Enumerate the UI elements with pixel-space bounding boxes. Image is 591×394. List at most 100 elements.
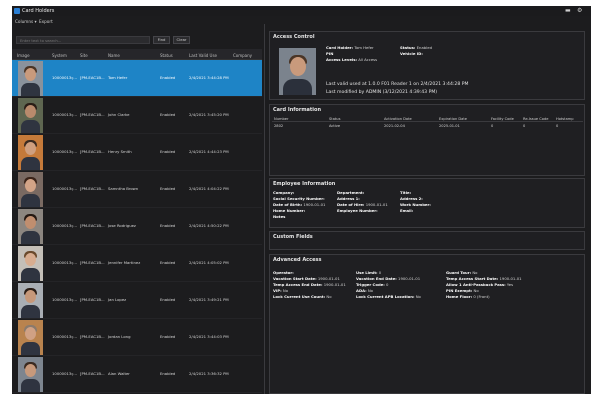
- trigger-code-field: Trigger Code: 0: [356, 282, 389, 287]
- clear-button[interactable]: Clear: [173, 36, 190, 44]
- system-cell: 10000013ç...: [52, 75, 78, 80]
- table-row[interactable]: 10000013ç... [PM-EAC1B... John Clarke Enabl…: [12, 97, 262, 134]
- title-bar: Card Holders ▬ ⚙: [12, 6, 591, 16]
- temp-start-field: Temp Access Start Date: 1900-01-01: [446, 276, 522, 281]
- vacation-end-field: Vacation End Date: 1900-01-01: [356, 276, 421, 281]
- search-input[interactable]: Enter text to search...: [16, 36, 150, 44]
- system-cell: 10000013ç...: [52, 223, 78, 228]
- lock-apb-field: Lock Current APB Location: No: [356, 294, 421, 299]
- card-col-hotstamp[interactable]: Hotstamp: [556, 117, 574, 121]
- card-hotstamp: 0: [556, 124, 559, 128]
- card-number: 2802: [274, 124, 284, 128]
- cardholder-photo: [18, 283, 43, 318]
- notes-label: Notes: [273, 214, 286, 219]
- advanced-access-panel: Advanced Access Operator: Vacation Start…: [269, 254, 585, 394]
- name-cell: Jennifer Martinez: [108, 260, 141, 265]
- cardholder-list: 10000013ç... [PM-EAC1B... Tom Hefer Enabled…: [12, 60, 262, 394]
- status-cell: Enabled: [160, 334, 176, 339]
- cardholder-photo: [18, 209, 43, 244]
- doh-field: Date of Hire: 1900-01-01: [337, 202, 388, 207]
- columns-menu[interactable]: Columns ▾: [15, 19, 37, 24]
- minimize-icon[interactable]: ▬: [565, 7, 571, 14]
- export-menu[interactable]: Export: [39, 19, 53, 24]
- cardholder-photo: [18, 320, 43, 355]
- table-row[interactable]: 10000013ç... [PM-EAC1B... Tom Hefer Enabled…: [12, 60, 262, 97]
- site-cell: [PM-EAC1B...: [80, 260, 105, 265]
- app-icon: [14, 8, 20, 14]
- table-row[interactable]: 10000013ç... [PM-EAC1B... Jose Rodriguez En…: [12, 208, 262, 245]
- custom-fields-title: Custom Fields: [273, 234, 313, 240]
- name-cell: Jose Rodriguez: [108, 223, 136, 228]
- column-header-status[interactable]: Status: [160, 53, 173, 58]
- table-row[interactable]: 10000013ç... [PM-EAC1B... Samntha Brown Ena…: [12, 171, 262, 208]
- cardholder-photo: [18, 172, 43, 207]
- card-col-activation[interactable]: Activation Date: [384, 117, 412, 121]
- temp-end-field: Temp Access End Date: 1900-01-01: [273, 282, 346, 287]
- employee-number-label: Employee Number:: [337, 208, 378, 213]
- name-cell: Jan Lopez: [108, 297, 127, 302]
- card-status: Active: [329, 124, 341, 128]
- address2-label: Address 2:: [400, 196, 423, 201]
- site-cell: [PM-EAC1B...: [80, 297, 105, 302]
- column-header-site[interactable]: Site: [80, 53, 88, 58]
- system-cell: 10000013ç...: [52, 186, 78, 191]
- table-row[interactable]: 10000013ç... [PM-EAC1B... Henry Smith Enabl…: [12, 134, 262, 171]
- search-toolbar: Enter text to search... Find Clear: [12, 35, 262, 46]
- card-col-number[interactable]: Number: [274, 117, 288, 121]
- system-cell: 10000013ç...: [52, 112, 78, 117]
- last-use-cell: 2/4/2021 4:05:02 PM: [189, 260, 229, 265]
- card-col-status[interactable]: Status: [329, 117, 340, 121]
- work-number-label: Work Number:: [400, 202, 431, 207]
- status-cell: Enabled: [160, 186, 176, 191]
- last-use-cell: 2/4/2021 3:44:03 PM: [189, 334, 229, 339]
- status-field: Status: Enabled: [400, 45, 432, 50]
- cardholder-photo: [18, 357, 43, 392]
- pin-field: PIN: [326, 51, 334, 56]
- name-cell: Alan Walter: [108, 371, 130, 376]
- dob-field: Date of Birth: 1900-01-01: [273, 202, 326, 207]
- find-button[interactable]: Find: [153, 36, 170, 44]
- anti-passback-field: Allow 1 Anti-Passback Pass: Yes: [446, 282, 514, 287]
- card-col-expiration[interactable]: Expiration Date: [439, 117, 467, 121]
- site-cell: [PM-EAC1B...: [80, 149, 105, 154]
- status-cell: Enabled: [160, 75, 176, 80]
- card-table-row[interactable]: 2802 Active 2021-02-04 2025-01-01 0 0 0: [272, 123, 583, 129]
- system-cell: 10000013ç...: [52, 334, 78, 339]
- column-header-company[interactable]: Company: [233, 53, 252, 58]
- name-cell: Henry Smith: [108, 149, 132, 154]
- card-information-title: Card Information: [273, 107, 322, 113]
- last-use-cell: 2/4/2021 3:49:21 PM: [189, 297, 229, 302]
- card-expiration: 2025-01-01: [439, 124, 460, 128]
- column-header-system[interactable]: System: [52, 53, 67, 58]
- card-col-facility[interactable]: Facility Code: [491, 117, 514, 121]
- grid-header: Image System Site Name Status Last Valid…: [12, 49, 262, 60]
- last-valid-use-text: Last valid used at 1.0.0 F01 Reader 1 on…: [326, 82, 469, 87]
- guard-tour-field: Guard Tour: No: [446, 270, 478, 275]
- name-cell: John Clarke: [108, 112, 130, 117]
- cardholder-photo: [18, 135, 43, 170]
- table-row[interactable]: 10000013ç... [PM-EAC1B... Jordan Long Enabl…: [12, 319, 262, 356]
- last-modified-text: Last modified by ADMIN (3/12/2021 4:39:4…: [326, 90, 438, 95]
- status-cell: Enabled: [160, 149, 176, 154]
- column-header-name[interactable]: Name: [108, 53, 120, 58]
- department-label: Department:: [337, 190, 365, 195]
- card-holder-field: Card Holder: Tom Hefer: [326, 45, 374, 50]
- app-window: Card Holders ▬ ⚙ Columns ▾ Export Enter …: [12, 6, 591, 394]
- custom-fields-panel: Custom Fields: [269, 231, 585, 250]
- card-facility: 0: [491, 124, 494, 128]
- last-use-cell: 2/4/2021 3:36:32 PM: [189, 371, 229, 376]
- table-row[interactable]: 10000013ç... [PM-EAC1B... Alan Walter Enabl…: [12, 356, 262, 393]
- table-row[interactable]: 10000013ç... [PM-EAC1B... Jennifer Martine…: [12, 245, 262, 282]
- table-row[interactable]: 10000013ç... [PM-EAC1B... Jan Lopez Enabled…: [12, 282, 262, 319]
- column-header-last-valid-use[interactable]: Last Valid Use: [189, 53, 217, 58]
- status-cell: Enabled: [160, 112, 176, 117]
- vacation-start-field: Vacation Start Date: 1900-01-01: [273, 276, 340, 281]
- cardholder-photo: [279, 48, 316, 95]
- column-header-image[interactable]: Image: [17, 53, 30, 58]
- settings-icon[interactable]: ⚙: [577, 7, 582, 14]
- cardholder-photo: [18, 246, 43, 281]
- card-col-reissue[interactable]: Re-Issue Code: [523, 117, 548, 121]
- email-label: Email:: [400, 208, 414, 213]
- cardholder-photo: [18, 98, 43, 133]
- panel-divider[interactable]: [264, 24, 265, 394]
